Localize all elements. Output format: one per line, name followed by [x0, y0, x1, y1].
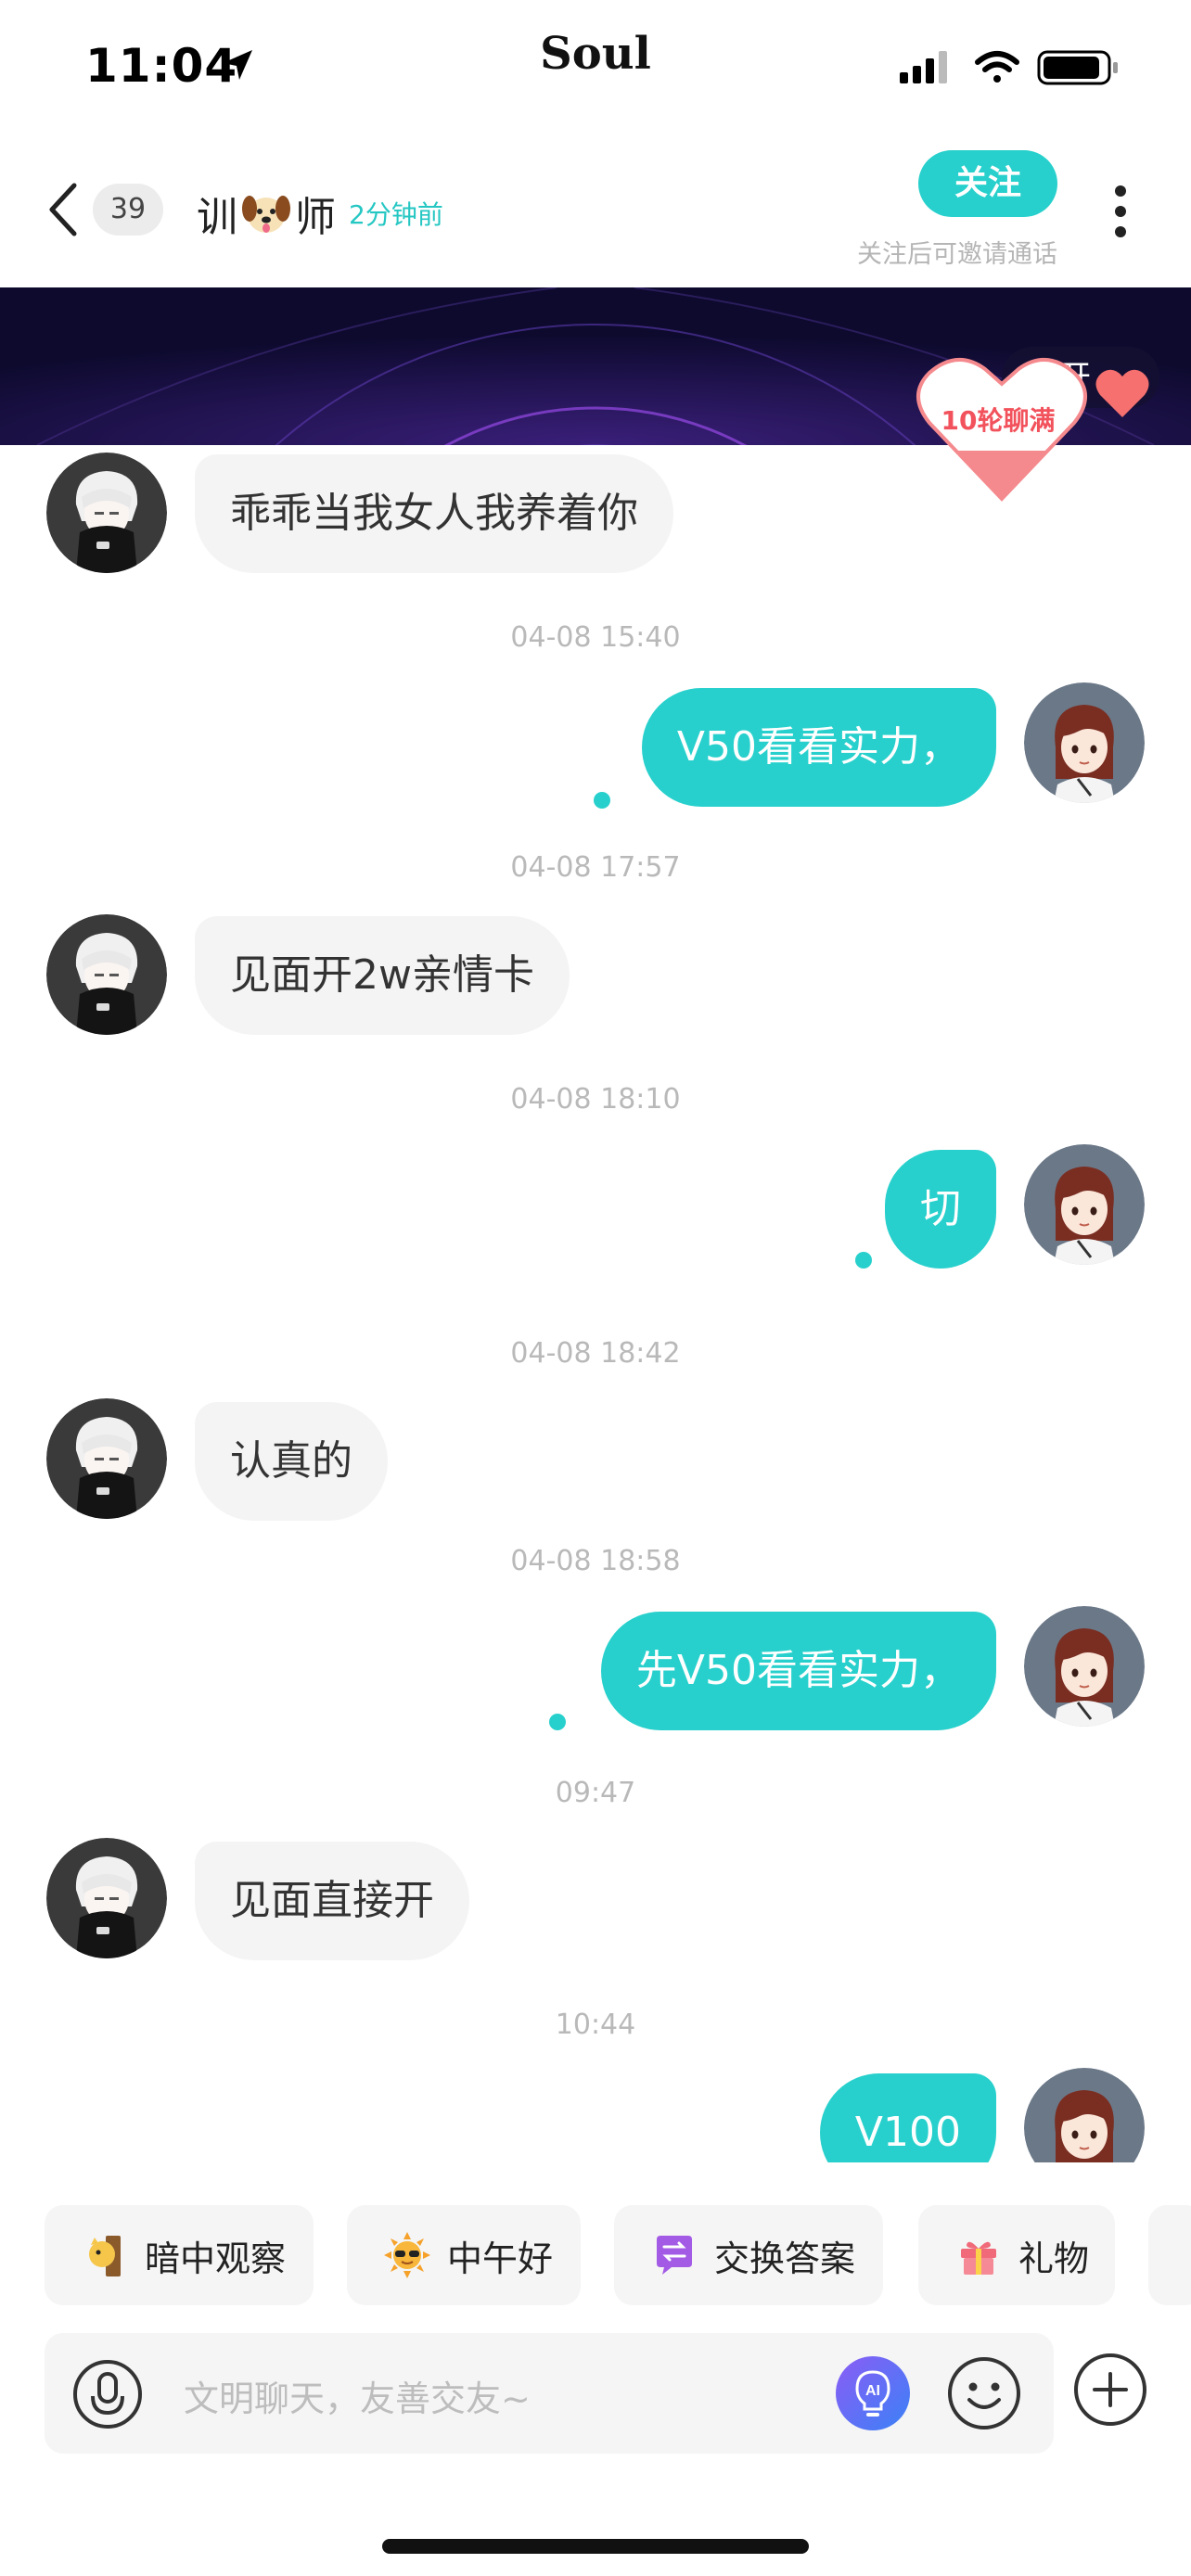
status-icons: [900, 50, 1118, 85]
plus-icon[interactable]: [1072, 2352, 1148, 2428]
peek-icon: [89, 2236, 121, 2276]
follow-button[interactable]: 关注: [918, 150, 1057, 217]
message-bubble-outgoing[interactable]: 切: [885, 1150, 996, 1269]
quick-action-exchange-answers[interactable]: 交换答案: [614, 2205, 883, 2305]
message-list[interactable]: 乖乖当我女人我养着你 04-08 15:40 V50看看实力， 04-08 17…: [0, 445, 1191, 2162]
unread-count-badge[interactable]: 39: [93, 184, 163, 236]
female-avatar-icon: [1024, 1606, 1145, 1727]
battery-icon: [1037, 50, 1118, 85]
message-timestamp: 04-08 18:42: [510, 1337, 681, 1370]
gift-icon: [961, 2241, 996, 2275]
home-indicator[interactable]: [382, 2539, 809, 2554]
quick-actions-bar: 暗中观察 中午好 交换答案 礼物: [0, 2188, 1191, 2305]
message-timestamp: 04-08 18:58: [510, 1545, 681, 1577]
emoji-icon[interactable]: [946, 2355, 1022, 2431]
female-avatar-icon: [1024, 1144, 1145, 1265]
unread-dot: [594, 792, 610, 809]
male-avatar-icon: [46, 453, 167, 573]
voice-input-icon[interactable]: [72, 2359, 143, 2429]
male-avatar-icon: [46, 1398, 167, 1519]
message-timestamp: 04-08 17:57: [510, 851, 681, 884]
back-chevron-icon[interactable]: [45, 180, 82, 239]
sender-avatar[interactable]: [46, 1398, 167, 1519]
status-time: 11:04: [85, 39, 238, 93]
wifi-icon: [975, 51, 1019, 83]
quick-action-label: 礼物: [1018, 2238, 1090, 2279]
quick-action-more[interactable]: [1148, 2205, 1191, 2305]
message-bubble-incoming[interactable]: 乖乖当我女人我养着你: [195, 454, 673, 573]
follow-hint-text: 关注后可邀请通话: [857, 240, 1057, 269]
message-bubble-incoming[interactable]: 见面开2w亲情卡: [195, 916, 570, 1035]
heart-intimacy-label: 10轮聊满: [941, 405, 1056, 436]
app-brand-title: Soul: [540, 28, 651, 80]
message-bubble-outgoing[interactable]: 先V50看看实力，: [600, 1612, 996, 1730]
svg-text:AI: AI: [865, 2383, 880, 2399]
sender-avatar[interactable]: [46, 453, 167, 573]
message-timestamp: 04-08 15:40: [510, 621, 681, 654]
message-timestamp: 10:44: [555, 2009, 636, 2041]
sender-avatar[interactable]: [46, 1838, 167, 1958]
exchange-icon: [657, 2236, 692, 2275]
quick-action-gift[interactable]: 礼物: [918, 2205, 1115, 2305]
message-bubble-incoming[interactable]: 认真的: [195, 1402, 388, 1521]
last-active-status: 2分钟前: [349, 199, 443, 230]
status-bar: 11:04 Soul: [0, 0, 1191, 130]
male-avatar-icon: [46, 1838, 167, 1958]
dog-emoji-icon: [242, 196, 290, 233]
message-timestamp: 09:47: [555, 1777, 636, 1809]
message-bubble-incoming[interactable]: 见面直接开: [195, 1842, 469, 1960]
my-avatar[interactable]: [1024, 1144, 1145, 1265]
message-timestamp: 04-08 18:10: [510, 1083, 681, 1116]
message-input[interactable]: 文明聊天，友善交友~: [184, 2370, 531, 2421]
female-avatar-icon: [1024, 2068, 1145, 2162]
quick-action-good-noon[interactable]: 中午好: [347, 2205, 581, 2305]
contact-name-prefix: 训: [197, 194, 237, 241]
message-bubble-outgoing[interactable]: V50看看实力，: [641, 688, 996, 807]
cellular-signal-icon: [900, 51, 947, 83]
contact-name-suffix: 师: [295, 194, 336, 241]
sender-avatar[interactable]: [46, 914, 167, 1035]
my-avatar[interactable]: [1024, 682, 1145, 803]
ai-assistant-icon[interactable]: AI: [835, 2355, 911, 2431]
quick-action-label: 交换答案: [714, 2238, 856, 2279]
quick-action-label: 暗中观察: [145, 2238, 287, 2279]
location-arrow-icon: [223, 50, 252, 80]
unread-dot: [549, 1714, 566, 1730]
small-heart-icon: [1095, 369, 1149, 417]
message-bubble-outgoing[interactable]: V100: [819, 2073, 996, 2162]
unread-dot: [855, 1252, 872, 1269]
chat-header: 39 训 师 2分钟前 关注 关注后可邀请通话: [0, 130, 1191, 287]
contact-name[interactable]: 训 师: [197, 184, 336, 243]
quick-action-label: 中午好: [447, 2238, 554, 2279]
my-avatar[interactable]: [1024, 2068, 1145, 2162]
my-avatar[interactable]: [1024, 1606, 1145, 1727]
more-options-icon[interactable]: [1109, 180, 1132, 239]
quick-action-peek[interactable]: 暗中观察: [45, 2205, 314, 2305]
male-avatar-icon: [46, 914, 167, 1035]
message-composer: 文明聊天，友善交友~ AI: [45, 2333, 1054, 2454]
female-avatar-icon: [1024, 682, 1145, 803]
sun-sunglasses-icon: [384, 2232, 430, 2278]
